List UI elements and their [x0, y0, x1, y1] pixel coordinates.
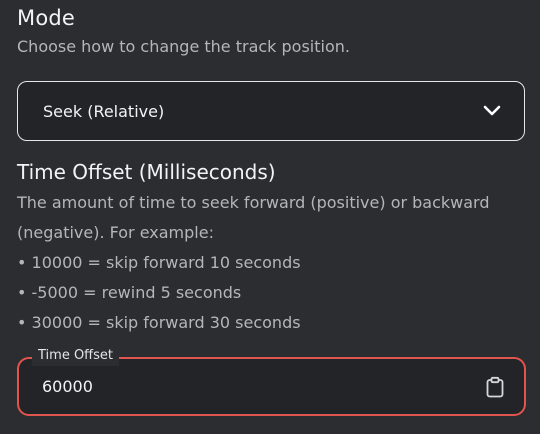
- time-offset-input[interactable]: [42, 377, 484, 396]
- mode-select[interactable]: Seek (Relative): [17, 81, 525, 141]
- example-item: • 30000 = skip forward 30 seconds: [17, 313, 301, 332]
- example-item: • -5000 = rewind 5 seconds: [17, 283, 242, 302]
- time-offset-description: The amount of time to seek forward (posi…: [17, 188, 522, 338]
- mode-heading: Mode: [17, 6, 76, 30]
- example-item: • 10000 = skip forward 10 seconds: [17, 253, 301, 272]
- mode-help-text: Choose how to change the track position.: [17, 37, 350, 56]
- time-offset-heading: Time Offset (Milliseconds): [17, 160, 276, 184]
- chevron-down-icon: [482, 101, 502, 121]
- time-offset-label: Time Offset: [32, 346, 120, 366]
- clipboard-icon[interactable]: [484, 375, 506, 399]
- description-line: (negative). For example:: [17, 223, 214, 242]
- settings-panel: Mode Choose how to change the track posi…: [0, 0, 540, 434]
- mode-select-value: Seek (Relative): [43, 101, 165, 121]
- description-line: The amount of time to seek forward (posi…: [17, 193, 490, 212]
